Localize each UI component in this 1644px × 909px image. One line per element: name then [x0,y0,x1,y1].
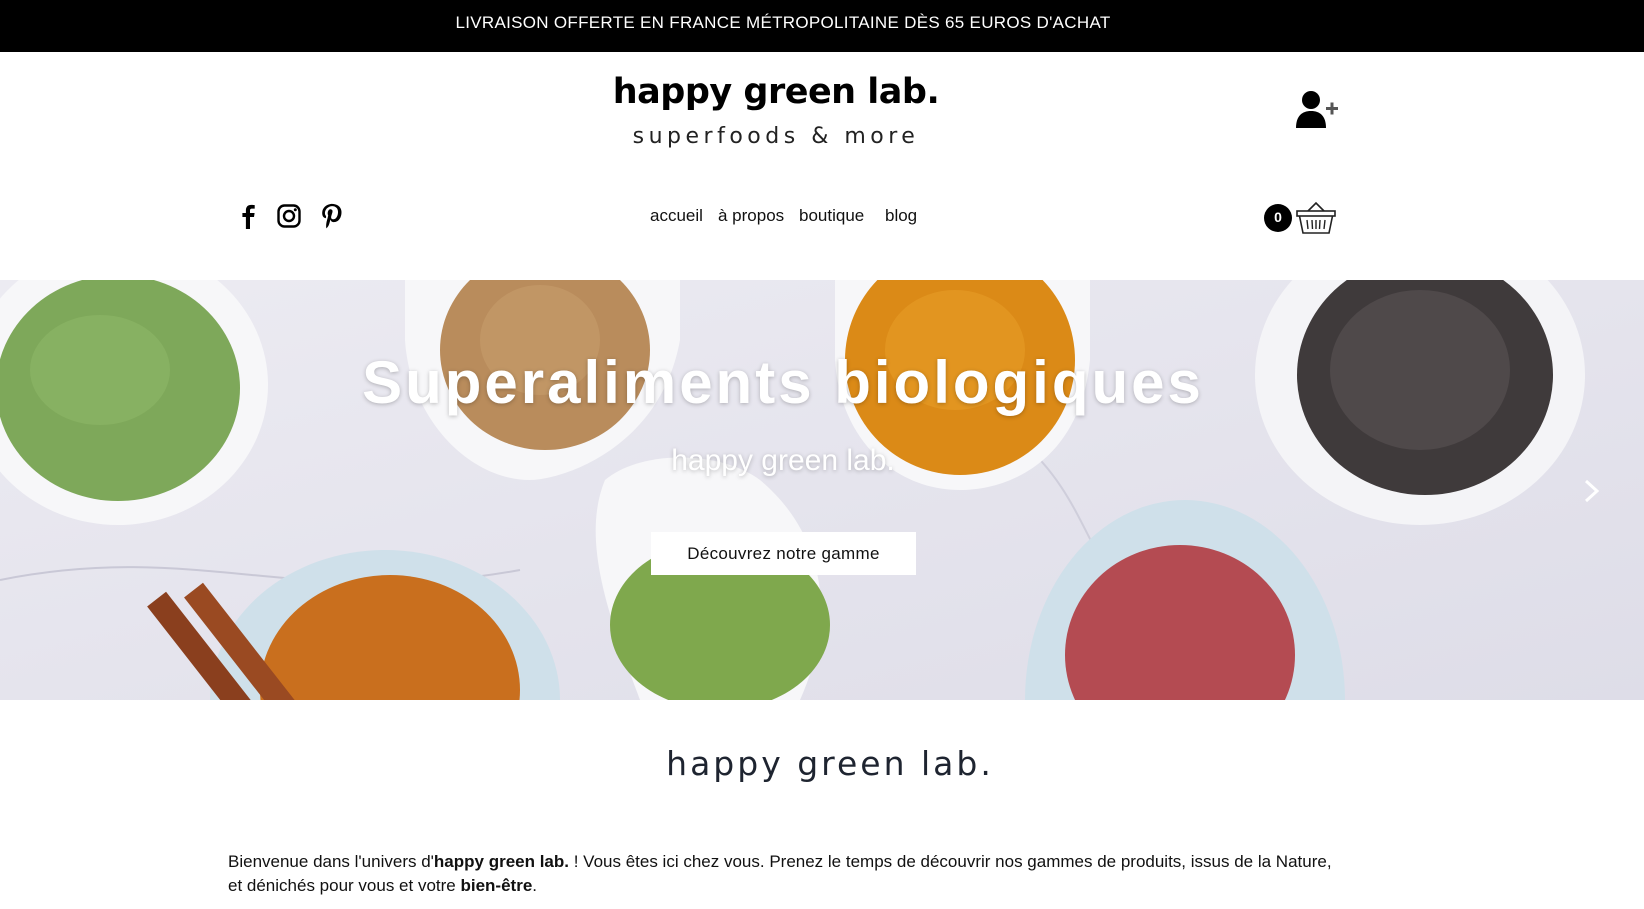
intro-text-1: Bienvenue dans l'univers d' [228,852,434,871]
intro-bold-brand: happy green lab. [433,852,569,871]
announcement-text: LIVRAISON OFFERTE EN FRANCE MÉTROPOLITAI… [455,13,1111,32]
hero-title: Superaliments biologiques [362,349,1204,416]
brand-logo-title[interactable]: happy green lab. [530,72,1022,112]
hero-background-image [0,280,1644,700]
nav-blog[interactable]: blog [885,206,917,226]
basket-icon[interactable] [1295,200,1337,236]
cart-count-badge[interactable]: 0 [1264,204,1292,232]
hero-banner [0,280,1644,700]
user-plus-icon[interactable] [1296,90,1340,130]
announcement-bar: LIVRAISON OFFERTE EN FRANCE MÉTROPOLITAI… [0,0,1644,52]
pinterest-icon[interactable] [318,202,346,230]
section-title: happy green lab. [666,744,994,783]
nav-a-propos[interactable]: à propos [718,206,784,226]
hero-subtitle: happy green lab. [671,444,895,477]
intro-paragraph: Bienvenue dans l'univers d'happy green l… [228,850,1338,898]
intro-text-3: . [532,876,538,895]
facebook-icon[interactable] [234,202,262,230]
nav-boutique[interactable]: boutique [799,206,864,226]
brand-tagline: superfoods & more [632,124,920,149]
chevron-right-icon[interactable] [1582,478,1602,504]
instagram-icon[interactable] [275,202,303,230]
intro-bold-wellbeing: bien-être [460,876,533,895]
discover-range-button[interactable]: Découvrez notre gamme [651,532,916,575]
nav-accueil[interactable]: accueil [650,206,703,226]
